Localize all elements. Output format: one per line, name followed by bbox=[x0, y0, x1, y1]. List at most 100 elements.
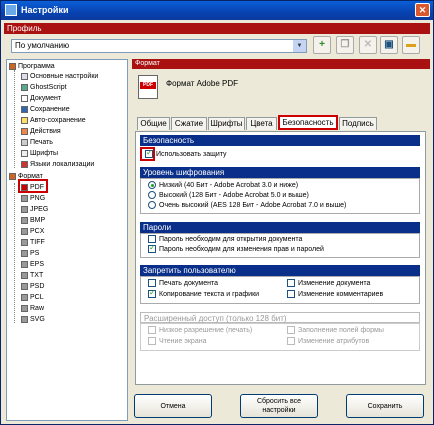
tree-item-png[interactable]: PNG bbox=[21, 194, 45, 204]
ghostscript-icon bbox=[21, 83, 28, 91]
format-icon bbox=[9, 172, 16, 180]
tab-fonts[interactable]: Шрифты bbox=[208, 117, 245, 130]
save-button[interactable]: Сохранить bbox=[346, 394, 424, 418]
app-icon bbox=[5, 4, 17, 16]
tree-item-ghostscript[interactable]: GhostScript bbox=[21, 83, 67, 93]
encryption-very-high-radio[interactable]: Очень высокий (AES 128 Бит - Adobe Acrob… bbox=[148, 201, 346, 211]
tree-connector bbox=[14, 183, 15, 323]
tree-item-languages[interactable]: Языки локализации bbox=[21, 160, 94, 170]
checkbox[interactable] bbox=[287, 290, 295, 299]
checkbox[interactable] bbox=[148, 235, 156, 244]
extended-attributes-checkbox[interactable]: Изменение атрибутов bbox=[287, 337, 369, 347]
close-button[interactable]: ✕ bbox=[415, 3, 430, 17]
format-header: Формат bbox=[132, 59, 430, 69]
checkbox[interactable] bbox=[148, 326, 156, 335]
tree-item-bmp[interactable]: BMP bbox=[21, 216, 45, 226]
tree-item-pcx[interactable]: PCX bbox=[21, 227, 44, 237]
tree-item-txt[interactable]: TXT bbox=[21, 271, 43, 281]
tab-general[interactable]: Общие bbox=[137, 117, 170, 130]
password-open-checkbox[interactable]: Пароль необходим для открытия документа bbox=[148, 235, 302, 245]
save-icon[interactable]: ▣ bbox=[380, 36, 398, 54]
security-panel: Безопасность Использовать защиту Уровень… bbox=[135, 131, 426, 385]
password-permissions-checkbox[interactable]: Пароль необходим для изменения прав и па… bbox=[148, 243, 324, 255]
passwords-header: Пароли bbox=[140, 222, 420, 233]
restrict-print-checkbox[interactable]: Печать документа bbox=[148, 279, 218, 289]
restrict-copy-checkbox[interactable]: Копирование текста и графики bbox=[148, 288, 259, 300]
format-settings-area: Формат PDF Формат Adobe PDF Общие Сжатие… bbox=[132, 59, 430, 421]
encryption-low-radio[interactable]: Низкий (40 Бит - Adobe Acrobat 3.0 и ниж… bbox=[148, 181, 298, 191]
restrict-header: Запретить пользователю bbox=[140, 265, 420, 276]
security-header: Безопасность bbox=[140, 135, 420, 146]
delete-icon[interactable]: ✕ bbox=[359, 36, 377, 54]
reset-button[interactable]: Сбросить все настройки bbox=[240, 394, 318, 418]
checkbox[interactable] bbox=[287, 337, 295, 346]
cancel-button[interactable]: Отмена bbox=[134, 394, 212, 418]
checkbox[interactable] bbox=[148, 337, 156, 346]
settings-window: Настройки ✕ Профиль По умолчанию ▼ + ❐ ✕… bbox=[0, 0, 434, 425]
extended-low-res-checkbox[interactable]: Низкое разрешение (печать) bbox=[148, 326, 252, 336]
image-file-icon bbox=[21, 205, 28, 213]
encryption-high-radio[interactable]: Высокий (128 Бит - Adobe Acrobat 5.0 и в… bbox=[148, 191, 309, 201]
restrict-comments-checkbox[interactable]: Изменение комментариев bbox=[287, 290, 383, 300]
radio[interactable] bbox=[148, 201, 156, 210]
tab-security[interactable]: Безопасность bbox=[278, 115, 338, 130]
image-file-icon bbox=[21, 194, 28, 202]
checkbox[interactable] bbox=[148, 288, 156, 299]
document-icon bbox=[21, 94, 28, 102]
tree-item-autosave[interactable]: Авто-сохранение bbox=[21, 116, 86, 126]
image-file-icon bbox=[21, 227, 28, 235]
folder-icon[interactable]: ▬ bbox=[402, 36, 420, 54]
tree-item-ps[interactable]: PS bbox=[21, 249, 39, 259]
encryption-header: Уровень шифрования bbox=[140, 167, 420, 178]
chevron-down-icon[interactable]: ▼ bbox=[293, 40, 306, 52]
flag-icon bbox=[21, 160, 28, 168]
use-protection-checkbox[interactable]: Использовать защиту bbox=[145, 148, 227, 160]
extended-access-header: Расширенный доступ (только 128 бит) bbox=[140, 312, 420, 323]
tree-item-main-settings[interactable]: Основные настройки bbox=[21, 72, 98, 82]
save-icon bbox=[21, 105, 28, 113]
tree-item-tiff[interactable]: TIFF bbox=[21, 238, 45, 248]
profile-dropdown[interactable]: По умолчанию ▼ bbox=[11, 39, 307, 53]
profile-header: Профиль bbox=[4, 23, 430, 34]
extended-screen-read-checkbox[interactable]: Чтение экрана bbox=[148, 337, 206, 347]
extended-form-fill-checkbox[interactable]: Заполнение полей формы bbox=[287, 326, 384, 336]
tab-colors[interactable]: Цвета bbox=[246, 117, 277, 130]
tree-item-svg[interactable]: SVG bbox=[21, 315, 45, 325]
tree-item-eps[interactable]: EPS bbox=[21, 260, 44, 270]
tree-item-actions[interactable]: Действия bbox=[21, 127, 61, 137]
image-file-icon bbox=[21, 238, 28, 246]
font-icon bbox=[21, 149, 28, 157]
printer-file-icon bbox=[21, 293, 28, 301]
actions-icon bbox=[21, 127, 28, 135]
tab-signature[interactable]: Подпись bbox=[339, 117, 377, 130]
settings-icon bbox=[21, 72, 28, 80]
tree-item-print[interactable]: Печать bbox=[21, 138, 53, 148]
tree-item-jpeg[interactable]: JPEG bbox=[21, 205, 48, 215]
checkbox[interactable] bbox=[287, 279, 295, 288]
settings-tree: Программа Основные настройки GhostScript… bbox=[6, 59, 128, 421]
radio[interactable] bbox=[148, 181, 156, 190]
tree-item-raw[interactable]: Raw bbox=[21, 304, 44, 314]
window-title: Настройки bbox=[21, 5, 69, 15]
tree-item-pcl[interactable]: PCL bbox=[21, 293, 44, 303]
radio[interactable] bbox=[148, 191, 156, 200]
add-icon[interactable]: + bbox=[313, 36, 331, 54]
tree-item-document[interactable]: Документ bbox=[21, 94, 61, 104]
image-file-icon bbox=[21, 260, 28, 268]
tree-program[interactable]: Программа bbox=[9, 62, 55, 72]
checkbox[interactable] bbox=[148, 243, 156, 254]
tree-connector bbox=[14, 70, 15, 168]
tree-item-fonts[interactable]: Шрифты bbox=[21, 149, 58, 159]
restrict-modify-checkbox[interactable]: Изменение документа bbox=[287, 279, 370, 289]
image-file-icon bbox=[21, 216, 28, 224]
tree-item-save[interactable]: Сохранение bbox=[21, 105, 70, 115]
raw-file-icon bbox=[21, 304, 28, 312]
checkbox[interactable] bbox=[287, 326, 295, 335]
program-icon bbox=[9, 62, 16, 70]
tree-item-psd[interactable]: PSD bbox=[21, 282, 44, 292]
checkbox[interactable] bbox=[148, 279, 156, 288]
copy-icon[interactable]: ❐ bbox=[336, 36, 354, 54]
printer-icon bbox=[21, 138, 28, 146]
protection-highlight bbox=[140, 147, 155, 161]
tab-compression[interactable]: Сжатие bbox=[171, 117, 207, 130]
